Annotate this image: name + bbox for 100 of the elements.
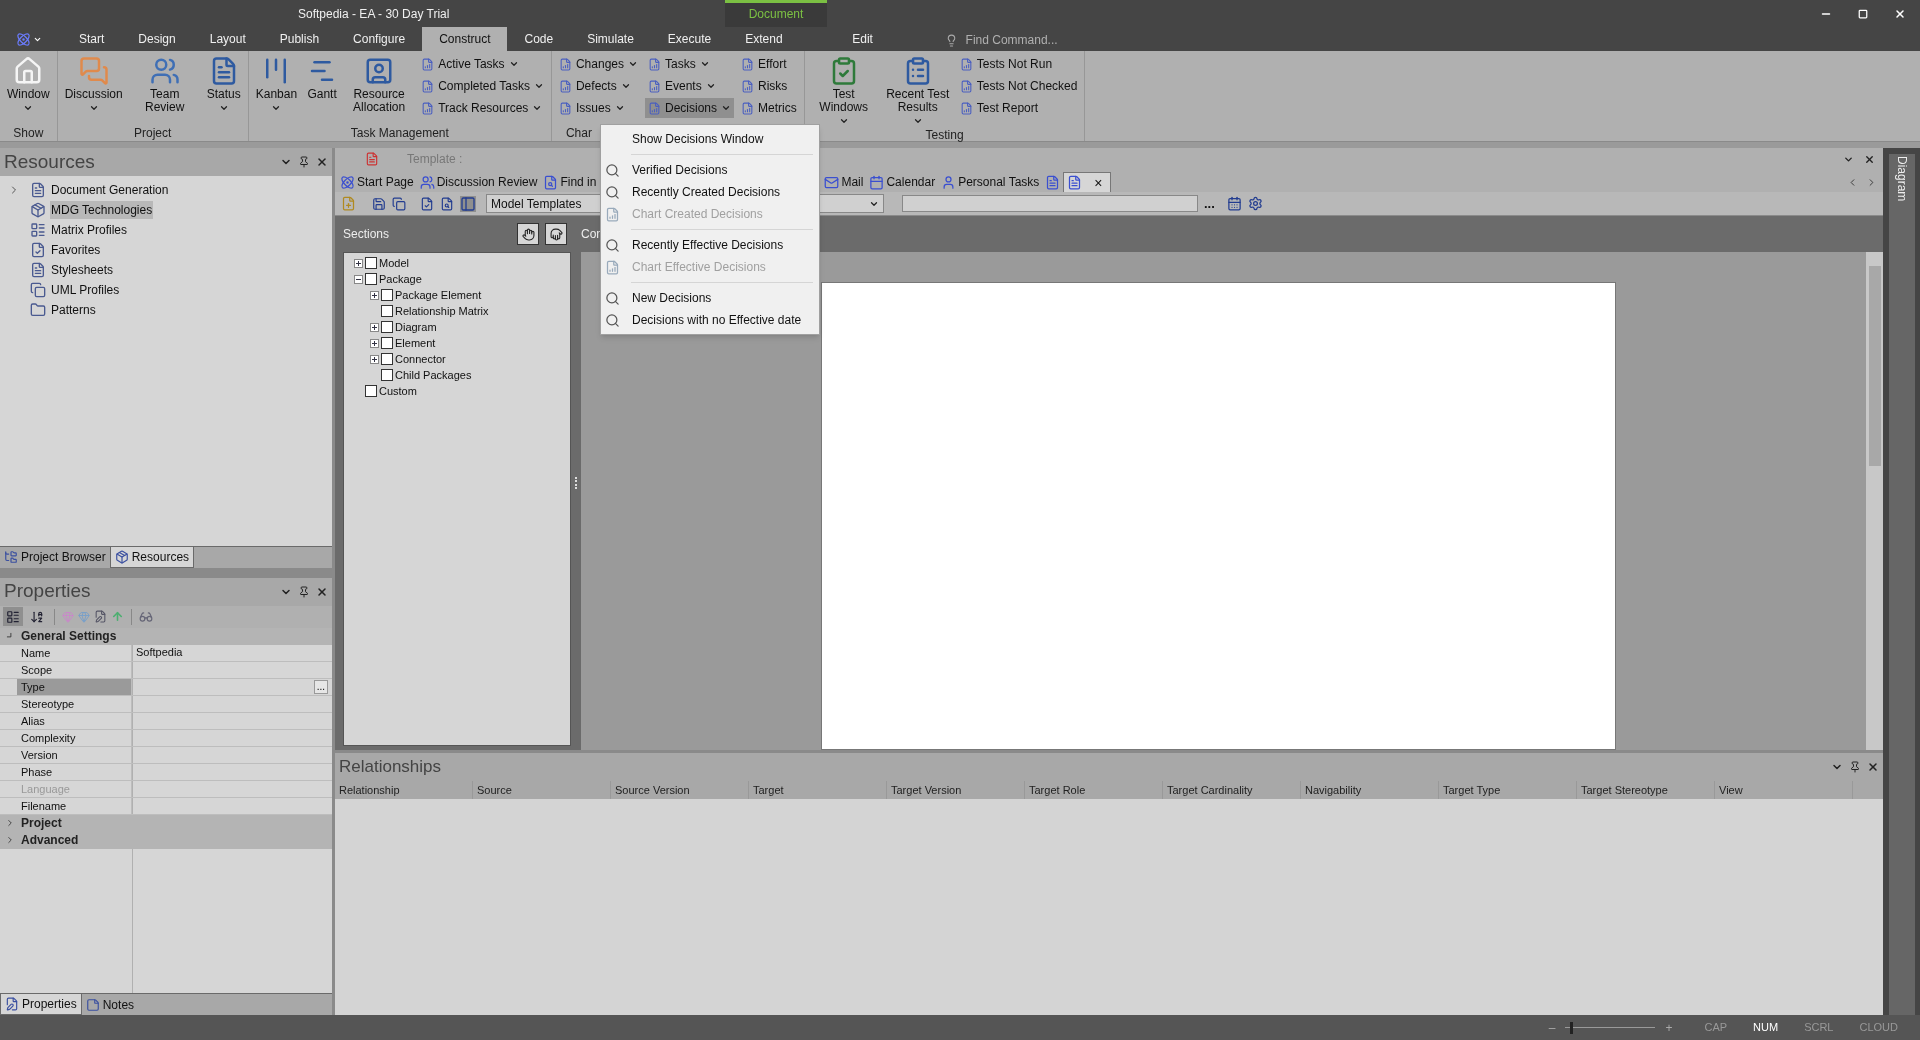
panel-tab[interactable]: Properties [0,994,82,1015]
document-tab[interactable]: Mail [821,172,867,192]
tree-item[interactable]: Package Element [395,286,482,304]
panel-tab[interactable]: Resources [109,546,195,568]
column-header[interactable]: Target Role [1025,781,1163,799]
tree-item[interactable]: Connector [395,350,446,368]
ribbon-menu-button[interactable]: Tests Not Run [956,54,1081,74]
property-name[interactable]: Name [17,644,132,661]
window-title: Softpedia - EA - 30 Day Trial [298,5,450,23]
document-tab[interactable]: Personal Tasks [938,172,1043,192]
ribbon-button[interactable]: Resource Allocation [344,54,415,124]
property-name[interactable]: Filename [17,797,132,814]
column-header[interactable]: Target Stereotype [1577,781,1715,799]
ribbon-menu-button[interactable]: Issues [555,98,641,118]
ribbon-button[interactable]: Status [203,54,244,124]
status-indicator: CAP [1703,1020,1729,1036]
column-header[interactable]: View [1715,781,1853,799]
tree-item[interactable]: Favorites [50,241,102,259]
column-header[interactable]: Relationship [335,781,473,799]
ribbon-menu-button[interactable]: Risks [738,76,800,96]
column-header[interactable]: Source [473,781,611,799]
document-tab[interactable]: × [1063,172,1111,192]
menu-item[interactable]: Decisions with no Effective date [601,309,819,331]
tree-item[interactable]: Child Packages [395,366,472,384]
tree-item[interactable]: Package [379,270,422,288]
ribbon-menu-button[interactable]: Metrics [738,98,800,118]
property-name[interactable]: Stereotype [17,695,132,712]
sections-label: Sections [343,226,390,243]
column-header[interactable]: Navigability [1301,781,1439,799]
ribbon-menu-button[interactable]: Test Report [956,98,1081,118]
column-header[interactable]: Target Version [887,781,1025,799]
menu-item[interactable]: Verified Decisions [601,159,819,181]
ribbon-menu-button[interactable]: Tests Not Checked [956,76,1081,96]
ribbon-tab[interactable]: Simulate [570,27,651,51]
tree-item[interactable]: UML Profiles [50,281,121,299]
column-header[interactable]: Target Cardinality [1163,781,1301,799]
ribbon-menu-button[interactable]: Decisions [645,98,735,118]
browse-button[interactable]: ... [1204,197,1215,210]
ribbon-menu-button[interactable]: Completed Tasks [418,76,547,96]
ribbon-button[interactable]: Discussion [61,54,126,124]
ribbon-tab[interactable]: Start [62,27,122,51]
ribbon-button[interactable]: Recent Test Results [882,54,953,126]
tree-item[interactable]: Stylesheets [50,261,115,279]
document-tab[interactable]: Start Page [337,172,417,192]
property-name[interactable]: Version [17,746,132,763]
close-tab-button[interactable]: × [1094,175,1103,190]
ribbon-button[interactable]: Kanban [252,54,301,124]
ribbon-button[interactable]: Team Review [129,54,200,124]
ribbon-menu-button[interactable]: Active Tasks [418,54,547,74]
tree-item[interactable]: Element [395,334,436,352]
ribbon-button[interactable]: Gantt [304,54,341,124]
ribbon-menu-button[interactable]: Events [645,76,735,96]
panel-tab[interactable]: Notes [81,994,139,1015]
ribbon-tab[interactable]: Execute [650,27,729,51]
ribbon-button[interactable]: Window [4,54,53,124]
document-tab[interactable]: Find in [540,172,600,192]
tree-item[interactable]: Custom [379,382,417,400]
property-name[interactable]: Phase [17,763,132,780]
ribbon-tab[interactable]: Construct [422,27,508,51]
property-name[interactable]: Complexity [17,729,132,746]
tree-item[interactable]: Matrix Profiles [50,221,128,239]
panel-tab[interactable]: Project Browser [0,546,110,568]
ribbon-button[interactable]: Test Windows [808,54,879,126]
document-tab[interactable]: Discussion Review [416,172,541,192]
ribbon-tab[interactable]: Configure [336,27,423,51]
ribbon-tab[interactable]: Edit [822,27,903,51]
ribbon-tab[interactable]: Extend [728,27,800,51]
ribbon-menu-button[interactable]: Changes [555,54,641,74]
ribbon-menu-button[interactable]: Tasks [645,54,735,74]
ribbon-tab[interactable]: Layout [192,27,263,51]
tree-item[interactable]: Model [379,254,409,272]
menu-item[interactable]: Recently Effective Decisions [601,234,819,256]
tree-item[interactable]: Document Generation [50,181,170,199]
column-header[interactable]: Target [749,781,887,799]
ribbon-tab[interactable]: Design [121,27,193,51]
tree-item[interactable]: Diagram [395,318,437,336]
ribbon-menu-button[interactable]: Track Resources [418,98,547,118]
document-tab[interactable]: Calendar [866,172,939,192]
tree-item[interactable]: Relationship Matrix [395,302,489,320]
ribbon-menu-button[interactable]: Defects [555,76,641,96]
find-command-field[interactable]: Find Command... [965,31,1146,49]
section-header[interactable]: Advanced [21,831,79,849]
tree-item[interactable]: Patterns [50,301,97,319]
browse-button[interactable]: ... [313,679,328,694]
menu-item[interactable]: New Decisions [601,287,819,309]
ribbon-menu-button[interactable]: Effort [738,54,800,74]
column-header[interactable]: Target Type [1439,781,1577,799]
property-name[interactable]: Alias [17,712,132,729]
menu-item[interactable]: Recently Created Decisions [601,181,819,203]
ribbon-tab[interactable]: Code [507,27,571,51]
property-value[interactable]: Softpedia [136,644,183,661]
section-header[interactable]: Project [21,814,62,832]
column-header[interactable]: Source Version [611,781,749,799]
ribbon-group-label: Task Management [350,124,449,142]
menu-item[interactable]: Show Decisions Window [601,128,819,150]
property-name[interactable]: Scope [17,661,132,678]
ribbon-tab[interactable]: Publish [262,27,337,51]
side-tab[interactable]: Diagram [1888,154,1915,1015]
panel-title: Properties [4,579,91,604]
tree-item[interactable]: MDG Technologies [50,201,154,219]
